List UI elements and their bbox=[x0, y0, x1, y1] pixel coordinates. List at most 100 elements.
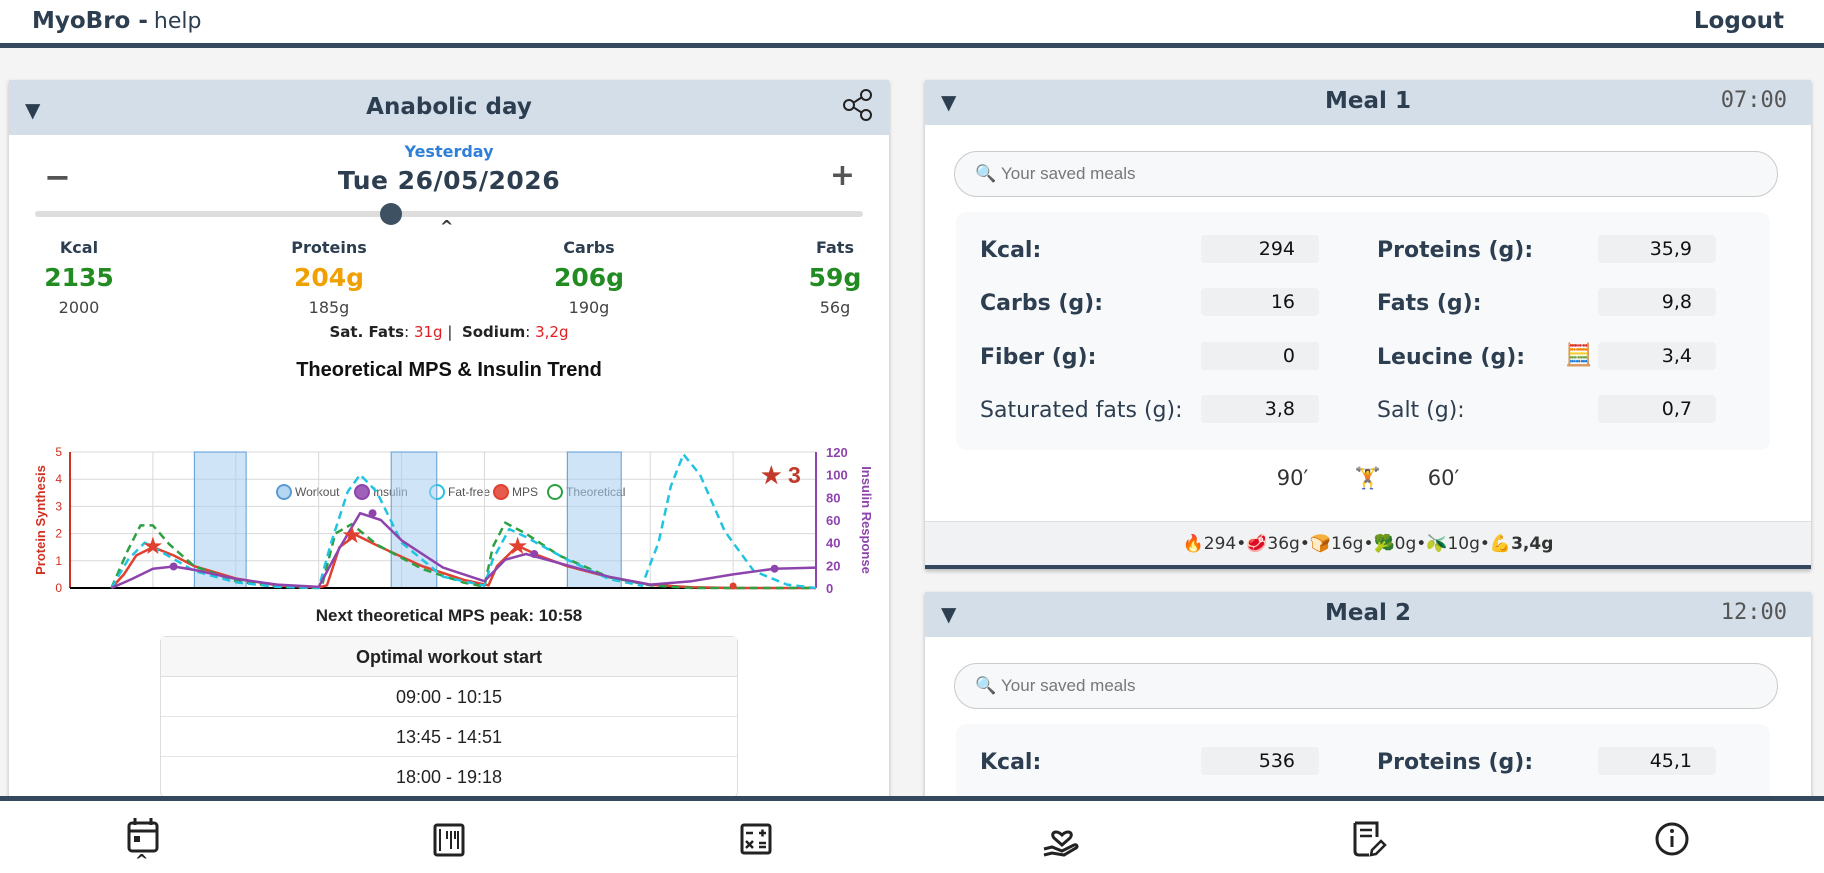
nutrient-value[interactable]: 3,8 bbox=[1201, 395, 1319, 423]
meal-header[interactable]: ▼ Meal 1 07:00 bbox=[925, 80, 1811, 125]
nutrient-box: Kcal: 294 Proteins (g): 35,9 Carbs (g): … bbox=[956, 212, 1770, 450]
y-tick-label: 1 bbox=[55, 554, 62, 568]
dumbbell-icon[interactable]: 🏋 bbox=[1355, 466, 1381, 490]
nutrient-value[interactable]: 9,8 bbox=[1598, 288, 1716, 316]
macro-value: 204g bbox=[293, 263, 365, 292]
workout-table-row[interactable]: 18:00 - 19:18 bbox=[161, 757, 737, 797]
meal-time[interactable]: 07:00 bbox=[1721, 88, 1787, 113]
day-slider-thumb[interactable] bbox=[380, 203, 402, 225]
summary-leucine: 3,4g bbox=[1511, 534, 1554, 554]
colon: : bbox=[525, 323, 531, 341]
nutrient-label: Kcal: bbox=[980, 238, 1042, 263]
y-tick-label: 0 bbox=[55, 581, 62, 595]
y2-tick-label: 40 bbox=[826, 536, 840, 551]
slider-caret-icon: ^ bbox=[440, 217, 454, 236]
macro-proteins: Proteins 204g 185g bbox=[269, 238, 389, 317]
nutrient-value[interactable]: 16 bbox=[1201, 288, 1319, 316]
nutrient-value[interactable]: 35,9 bbox=[1598, 235, 1716, 263]
macro-value: 2135 bbox=[44, 263, 114, 292]
timer-after[interactable]: 60′ bbox=[1428, 466, 1460, 490]
panel-header[interactable]: ▼ Anabolic day bbox=[9, 80, 889, 135]
relative-day-label: Yesterday bbox=[404, 142, 494, 161]
macro-fats: Fats 59g 56g bbox=[775, 238, 895, 317]
saved-meals-search[interactable]: 🔍 Your saved meals bbox=[954, 663, 1778, 709]
mps-peak-star: ★ bbox=[507, 532, 529, 560]
brand[interactable]: MyoBro - help bbox=[32, 8, 201, 34]
search-icon: 🔍 bbox=[975, 676, 997, 696]
legend-label: MPS bbox=[512, 485, 538, 499]
y2-tick-label: 80 bbox=[826, 490, 840, 505]
brand-name: MyoBro - bbox=[32, 8, 148, 34]
macro-value: 206g bbox=[553, 263, 625, 292]
insulin-point bbox=[368, 509, 377, 518]
sat-fats-label: Sat. Fats bbox=[329, 323, 405, 341]
macro-target: 190g bbox=[568, 298, 610, 317]
legend-marker bbox=[547, 484, 563, 500]
meal-title: Meal 2 bbox=[1325, 600, 1411, 626]
search-icon: 🔍 bbox=[975, 164, 997, 184]
meal-header[interactable]: ▼ Meal 2 12:00 bbox=[925, 592, 1811, 637]
mps-peak-star: ★ bbox=[341, 521, 363, 549]
mps-peak-count: ★ 3 bbox=[761, 462, 801, 488]
nutrient-value[interactable]: 45,1 bbox=[1598, 747, 1716, 775]
sat-fats-sodium-line: Sat. Fats: 31g | Sodium: 3,2g bbox=[9, 323, 889, 341]
insulin-point bbox=[169, 562, 178, 571]
macro-kcal: Kcal 2135 2000 bbox=[19, 238, 139, 317]
search-placeholder: Your saved meals bbox=[1001, 164, 1136, 183]
workout-table-row[interactable]: 09:00 - 10:15 bbox=[161, 677, 737, 717]
nutrient-value[interactable]: 294 bbox=[1201, 235, 1319, 263]
panel-title: Anabolic day bbox=[366, 94, 532, 120]
sodium-value: 3,2g bbox=[535, 323, 569, 341]
saved-meals-search[interactable]: 🔍 Your saved meals bbox=[954, 151, 1778, 197]
legend-marker bbox=[276, 484, 292, 500]
nutrient-label: Proteins (g): bbox=[1377, 238, 1534, 263]
timer-before[interactable]: 90′ bbox=[1277, 466, 1309, 490]
mps-point bbox=[729, 582, 737, 590]
workout-timers: 90′ 🏋 60′ bbox=[925, 466, 1811, 491]
legend-label: Workout bbox=[295, 485, 340, 499]
summary-text: 🔥294•🥩36g•🍞16g•🥦0g•🫒10g•💪 bbox=[1182, 534, 1512, 554]
insulin-point bbox=[530, 550, 539, 558]
workout-table-header: Optimal workout start bbox=[161, 637, 737, 677]
abacus-icon[interactable]: 🧮 bbox=[1565, 343, 1592, 368]
y-axis-label: Protein Synthesis bbox=[33, 465, 48, 575]
workout-table: Optimal workout start 09:00 - 10:15 13:4… bbox=[160, 636, 738, 798]
info-icon[interactable] bbox=[1644, 811, 1700, 867]
nutrient-label: Kcal: bbox=[980, 750, 1042, 775]
nutrient-value[interactable]: 3,4 bbox=[1598, 342, 1716, 370]
y2-tick-label: 0 bbox=[826, 581, 833, 595]
workout-table-row[interactable]: 13:45 - 14:51 bbox=[161, 717, 737, 757]
top-bar: MyoBro - help Logout bbox=[0, 0, 1824, 48]
macro-target: 2000 bbox=[58, 298, 100, 317]
y2-tick-label: 60 bbox=[826, 513, 840, 528]
calculator-icon[interactable] bbox=[728, 811, 784, 867]
previous-day-button[interactable]: − bbox=[44, 158, 71, 196]
nutrient-row: Saturated fats (g): 3,8 Salt (g): 0,7 bbox=[980, 390, 1746, 430]
meal-time[interactable]: 12:00 bbox=[1721, 600, 1787, 625]
menu-book-icon[interactable] bbox=[421, 811, 477, 867]
meal-summary: 🔥294•🥩36g•🍞16g•🥦0g•🫒10g•💪3,4g bbox=[925, 521, 1811, 565]
nutrient-label: Salt (g): bbox=[1377, 398, 1465, 423]
receipt-edit-icon[interactable] bbox=[1339, 811, 1395, 867]
next-peak-label: Next theoretical MPS peak: 10:58 bbox=[315, 606, 583, 625]
logout-button[interactable]: Logout bbox=[1694, 8, 1784, 34]
nutrient-value[interactable]: 0,7 bbox=[1598, 395, 1716, 423]
bottom-nav: ^ bbox=[0, 796, 1824, 873]
help-link[interactable]: help bbox=[154, 9, 202, 34]
y-tick-label: 4 bbox=[55, 472, 62, 486]
mps-insulin-chart: WorkoutInsulinFat-freeMPSTheoretical0123… bbox=[33, 445, 874, 595]
nutrient-value[interactable]: 0 bbox=[1201, 342, 1319, 370]
nutrient-label: Proteins (g): bbox=[1377, 750, 1534, 775]
nutrient-value[interactable]: 536 bbox=[1201, 747, 1319, 775]
share-icon[interactable] bbox=[841, 88, 875, 122]
macro-target: 185g bbox=[308, 298, 350, 317]
insulin-point bbox=[770, 564, 779, 573]
macro-label: Kcal bbox=[59, 238, 99, 257]
nutrient-row: Carbs (g): 16 Fats (g): 9,8 bbox=[980, 283, 1746, 323]
y-tick-label: 3 bbox=[55, 499, 62, 513]
next-day-button[interactable]: + bbox=[830, 158, 855, 193]
mps-peak-star: ★ bbox=[142, 532, 164, 560]
separator: | bbox=[447, 323, 453, 341]
hand-heart-icon[interactable] bbox=[1034, 811, 1090, 867]
nutrient-label: Leucine (g): bbox=[1377, 345, 1526, 370]
